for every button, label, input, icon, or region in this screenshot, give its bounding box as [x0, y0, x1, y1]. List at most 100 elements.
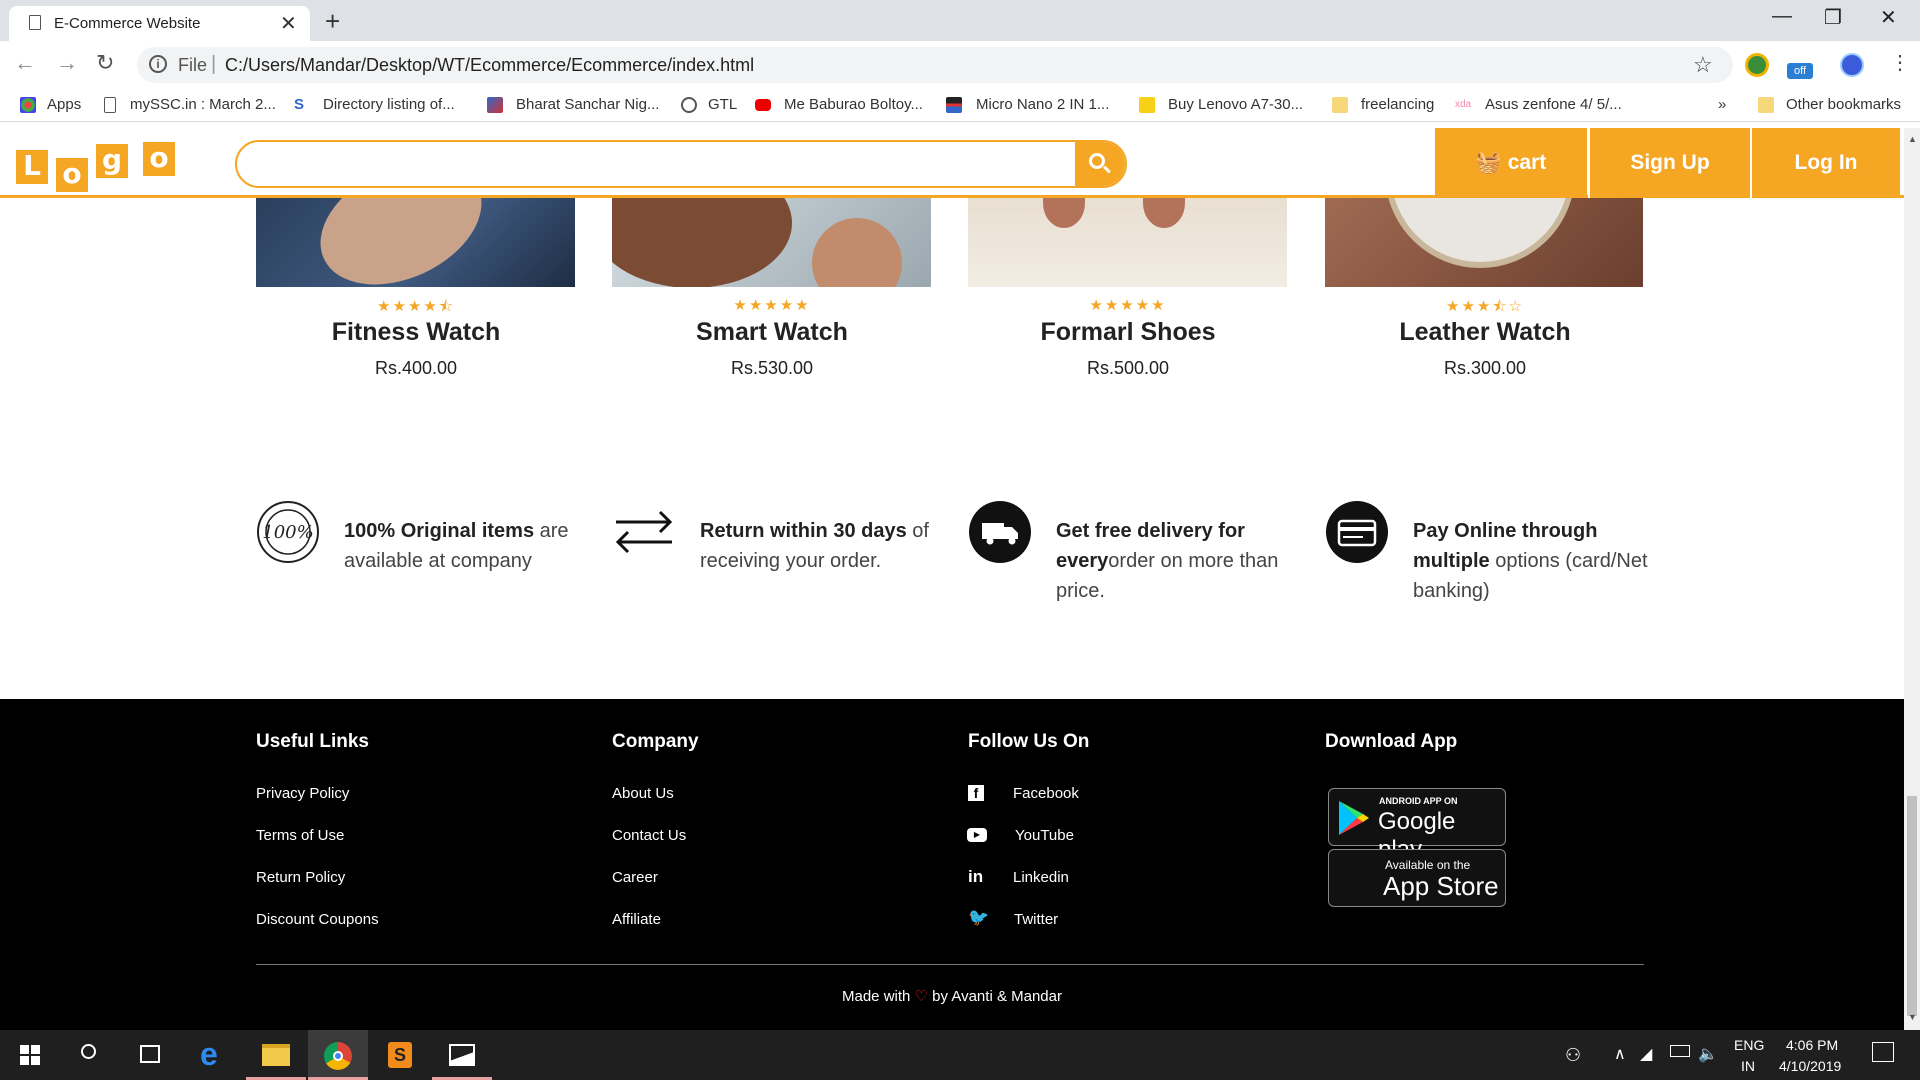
page-scrollbar[interactable]: ▲ ▼	[1904, 128, 1920, 1030]
reload-icon[interactable]: ↻	[96, 50, 114, 76]
link-about-us[interactable]: About Us	[612, 785, 674, 802]
app-store-button[interactable]: Available on the App Store	[1328, 849, 1506, 907]
edge-icon: e	[200, 1036, 218, 1072]
link-facebook[interactable]: Facebook	[1013, 785, 1079, 802]
scroll-down-icon[interactable]: ▼	[1908, 1012, 1917, 1022]
feature-text: 100% Original items are available at com…	[344, 520, 569, 572]
extension-globe-icon[interactable]	[1745, 53, 1769, 77]
restore-icon[interactable]: ❐	[1824, 5, 1842, 30]
active-tab[interactable]: E-Commerce Website ✕	[9, 6, 310, 41]
info-icon[interactable]: i	[149, 55, 167, 73]
company-heading: Company	[612, 731, 699, 752]
forward-icon[interactable]: →	[56, 50, 78, 76]
scroll-up-icon[interactable]: ▲	[1908, 134, 1917, 144]
task-view-button[interactable]	[120, 1030, 180, 1080]
clock-time[interactable]: 4:06 PM	[1786, 1037, 1838, 1053]
product-price: Rs.530.00	[730, 358, 814, 378]
link-twitter[interactable]: Twitter	[1014, 911, 1058, 928]
bookmark-myssc[interactable]: mySSC.in : March 2...	[130, 96, 276, 113]
twitter-icon[interactable]: 🐦	[968, 908, 989, 928]
product-price: Rs.500.00	[1086, 358, 1170, 378]
battery-icon[interactable]	[1670, 1045, 1690, 1057]
product-name[interactable]: Leather Watch	[1325, 318, 1645, 347]
sublime-button[interactable]: S	[370, 1030, 430, 1080]
back-icon[interactable]: ←	[14, 50, 36, 76]
bookmark-bsnl[interactable]: Bharat Sanchar Nig...	[516, 96, 659, 113]
logo-letter[interactable]: g	[96, 144, 128, 178]
sign-up-button[interactable]: Sign Up	[1590, 128, 1750, 198]
bookmark-apps[interactable]: Apps	[47, 96, 81, 113]
link-discount-coupons[interactable]: Discount Coupons	[256, 911, 379, 928]
logo-letter[interactable]: o	[143, 142, 175, 176]
tab-title: E-Commerce Website	[54, 15, 201, 32]
product-image[interactable]	[612, 198, 931, 287]
product-name[interactable]: Fitness Watch	[256, 318, 576, 347]
volume-icon[interactable]: 🔈	[1698, 1044, 1718, 1064]
address-bar[interactable]: i File | C:/Users/Mandar/Desktop/WT/Ecom…	[137, 47, 1733, 83]
extension-offers-icon[interactable]: off	[1787, 63, 1813, 79]
start-button[interactable]	[0, 1030, 60, 1080]
link-affiliate[interactable]: Affiliate	[612, 911, 661, 928]
scrollbar-thumb[interactable]	[1907, 796, 1917, 1016]
shop-icon	[946, 97, 962, 113]
wifi-icon[interactable]: ◢	[1640, 1044, 1652, 1064]
profile-avatar[interactable]	[1840, 53, 1864, 77]
link-terms-of-use[interactable]: Terms of Use	[256, 827, 344, 844]
search-button[interactable]	[60, 1030, 120, 1080]
bookmark-baburao[interactable]: Me Baburao Boltoy...	[784, 96, 923, 113]
link-career[interactable]: Career	[612, 869, 658, 886]
linkedin-icon[interactable]: in	[968, 867, 983, 887]
youtube-icon[interactable]: ▶	[967, 828, 987, 842]
log-in-button[interactable]: Log In	[1752, 128, 1900, 198]
search-button[interactable]	[1075, 142, 1125, 186]
close-tab-icon[interactable]: ✕	[280, 11, 297, 36]
notifications-icon[interactable]	[1872, 1042, 1894, 1062]
chevron-up-icon[interactable]: ∧	[1614, 1044, 1626, 1064]
link-youtube[interactable]: YouTube	[1015, 827, 1074, 844]
language-code[interactable]: ENG	[1734, 1037, 1764, 1053]
facebook-icon[interactable]: f	[968, 785, 984, 801]
more-bookmarks-button[interactable]: »	[1718, 96, 1726, 113]
bookmark-star-icon[interactable]: ☆	[1693, 52, 1713, 78]
watch-face-shape	[1385, 198, 1575, 268]
people-icon[interactable]: ⚇	[1565, 1045, 1581, 1066]
product-name[interactable]: Smart Watch	[612, 318, 932, 347]
apps-grid-icon	[20, 97, 36, 113]
address-url[interactable]: C:/Users/Mandar/Desktop/WT/Ecommerce/Eco…	[225, 55, 754, 76]
link-return-policy[interactable]: Return Policy	[256, 869, 345, 886]
bookmark-lenovo[interactable]: Buy Lenovo A7-30...	[1168, 96, 1303, 113]
link-linkedin[interactable]: Linkedin	[1013, 869, 1069, 886]
photos-button[interactable]	[432, 1030, 492, 1080]
clock-date[interactable]: 4/10/2019	[1779, 1058, 1841, 1074]
bookmark-gtl[interactable]: GTL	[708, 96, 737, 113]
cart-button[interactable]: 🧺 cart	[1435, 128, 1587, 198]
language-region[interactable]: IN	[1741, 1058, 1755, 1074]
file-explorer-button[interactable]	[246, 1030, 306, 1080]
product-image[interactable]	[968, 198, 1287, 287]
link-contact-us[interactable]: Contact Us	[612, 827, 686, 844]
product-image[interactable]	[1325, 198, 1643, 287]
new-tab-button[interactable]: +	[325, 6, 340, 37]
search-input[interactable]	[235, 140, 1127, 188]
useful-links-heading: Useful Links	[256, 731, 369, 752]
bookmark-other[interactable]: Other bookmarks	[1786, 96, 1901, 113]
minimize-icon[interactable]: —	[1772, 5, 1792, 28]
shoe-shape	[1143, 198, 1185, 228]
footer-divider	[256, 964, 1644, 965]
bookmark-micro-nano[interactable]: Micro Nano 2 IN 1...	[976, 96, 1109, 113]
bookmark-freelancing[interactable]: freelancing	[1361, 96, 1434, 113]
chrome-button[interactable]	[308, 1030, 368, 1080]
browser-toolbar: ← → ↻ i File | C:/Users/Mandar/Desktop/W…	[0, 41, 1920, 88]
logo-letter[interactable]: o	[56, 158, 88, 192]
close-window-icon[interactable]: ✕	[1880, 5, 1897, 30]
link-privacy-policy[interactable]: Privacy Policy	[256, 785, 349, 802]
address-scheme: File	[178, 55, 208, 75]
product-image[interactable]	[256, 198, 575, 287]
menu-icon[interactable]: ⋮	[1890, 50, 1910, 75]
bookmark-asus[interactable]: Asus zenfone 4/ 5/...	[1485, 96, 1622, 113]
product-name[interactable]: Formarl Shoes	[968, 318, 1288, 347]
bookmark-directory[interactable]: Directory listing of...	[323, 96, 455, 113]
google-play-button[interactable]: ANDROID APP ON Google play	[1328, 788, 1506, 863]
edge-button[interactable]: e	[184, 1030, 244, 1080]
logo-letter[interactable]: L	[16, 150, 48, 184]
